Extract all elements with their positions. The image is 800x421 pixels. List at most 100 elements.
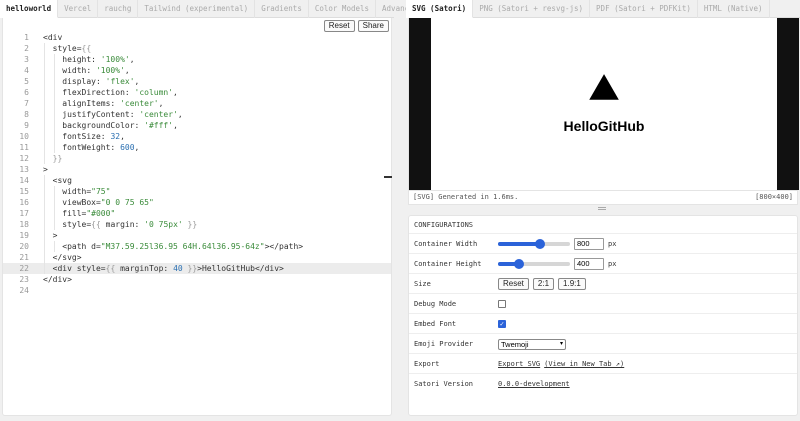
code-line[interactable]: 22 <div style={{ marginTop: 40 }}>HelloG… xyxy=(3,263,391,274)
code-text: style={{ xyxy=(43,44,92,53)
code-line[interactable]: 24 xyxy=(3,285,391,296)
container-width-slider[interactable] xyxy=(498,239,570,249)
code-line[interactable]: 2 style={{ xyxy=(3,43,391,54)
tab-vercel[interactable]: Vercel xyxy=(58,0,99,18)
code-line[interactable]: 4 width: '100%', xyxy=(3,65,391,76)
code-text: </svg> xyxy=(43,253,82,262)
editor-pane: helloworld Vercel rauchg Tailwind (exper… xyxy=(0,0,426,421)
code-text: <div style={{ marginTop: 40 }}>HelloGitH… xyxy=(43,264,284,273)
chevron-down-icon: ▾ xyxy=(559,340,563,347)
letterbox-left xyxy=(409,18,431,190)
emoji-provider-row: Emoji Provider Twemoji ▾ xyxy=(409,334,797,354)
code-text: style={{ margin: '0 75px' }} xyxy=(43,220,198,229)
code-line[interactable]: 6 flexDirection: 'column', xyxy=(3,87,391,98)
line-number: 4 xyxy=(24,66,29,75)
code-text: <path d="M37.59.25l36.95 64H.64l36.95-64… xyxy=(43,242,304,251)
line-number: 7 xyxy=(24,99,29,108)
code-text: viewBox="0 0 75 65" xyxy=(43,198,154,207)
line-number: 10 xyxy=(19,132,29,141)
tab-pdf[interactable]: PDF (Satori + PDFKit) xyxy=(590,0,698,18)
export-svg-link[interactable]: Export SVG xyxy=(498,360,540,368)
reset-button[interactable]: Reset xyxy=(323,20,355,32)
tab-svg[interactable]: SVG (Satori) xyxy=(406,0,474,18)
line-number: 17 xyxy=(19,209,29,218)
code-line[interactable]: 14 <svg xyxy=(3,175,391,186)
output-tabs: SVG (Satori) PNG (Satori + resvg-js) PDF… xyxy=(406,0,800,18)
view-in-new-tab-link[interactable]: (View in New Tab ↗) xyxy=(544,360,624,368)
size-1-9-1-button[interactable]: 1.9:1 xyxy=(558,278,586,290)
preview-output: HelloGitHub [SVG] Generated in 1.6ms. [8… xyxy=(408,18,799,205)
line-number: 21 xyxy=(19,253,29,262)
code-line[interactable]: 9 backgroundColor: '#fff', xyxy=(3,120,391,131)
letterbox-right xyxy=(777,18,799,190)
code-line[interactable]: 1 <div xyxy=(3,32,391,43)
code-line[interactable]: 5 display: 'flex', xyxy=(3,76,391,87)
container-width-input[interactable]: 800 xyxy=(574,238,604,250)
share-button[interactable]: Share xyxy=(357,20,389,32)
size-reset-button[interactable]: Reset xyxy=(498,278,529,290)
line-number: 5 xyxy=(24,77,29,86)
triangle-logo xyxy=(589,74,619,100)
size-label: Size xyxy=(414,280,431,288)
container-height-input[interactable]: 400 xyxy=(574,258,604,270)
code-line[interactable]: 23 </div> xyxy=(3,274,391,285)
code-line[interactable]: 3 height: '100%', xyxy=(3,54,391,65)
code-line[interactable]: 16 viewBox="0 0 75 65" xyxy=(3,197,391,208)
splitter-handle[interactable] xyxy=(598,207,606,212)
emoji-provider-select[interactable]: Twemoji ▾ xyxy=(498,338,566,350)
code-text: fontSize: 32, xyxy=(43,132,125,141)
playground-tabs: helloworld Vercel rauchg Tailwind (exper… xyxy=(0,0,426,18)
line-number: 23 xyxy=(19,275,29,284)
embed-font-label: Embed Font xyxy=(414,320,457,328)
code-line[interactable]: 8 justifyContent: 'center', xyxy=(3,109,391,120)
container-height-unit: px xyxy=(608,260,617,268)
line-number: 13 xyxy=(19,165,29,174)
container-width-unit: px xyxy=(608,240,617,248)
checkmark-icon: ✓ xyxy=(499,320,505,328)
code-text: <svg xyxy=(43,176,72,185)
line-number: 6 xyxy=(24,88,29,97)
line-number: 24 xyxy=(19,286,29,295)
code-line[interactable]: 13 > xyxy=(3,164,391,175)
satori-version-link[interactable]: 0.0.0-development xyxy=(498,380,570,388)
line-number: 15 xyxy=(19,187,29,196)
code-line[interactable]: 18 style={{ margin: '0 75px' }} xyxy=(3,219,391,230)
code-line[interactable]: 21 </svg> xyxy=(3,252,391,263)
code-line[interactable]: 19 > xyxy=(3,230,391,241)
code-line[interactable]: 17 fill="#000" xyxy=(3,208,391,219)
satori-version-label: Satori Version xyxy=(414,380,474,388)
embed-font-row: Embed Font ✓ xyxy=(409,314,797,334)
code-line[interactable]: 11 fontWeight: 600, xyxy=(3,142,391,153)
line-number: 20 xyxy=(19,242,29,251)
line-number: 14 xyxy=(19,176,29,185)
size-2-1-button[interactable]: 2:1 xyxy=(532,278,555,290)
tab-color-models[interactable]: Color Models xyxy=(309,0,377,18)
resize-handle[interactable] xyxy=(384,176,392,178)
code-line[interactable]: 15 width="75" xyxy=(3,186,391,197)
tab-html[interactable]: HTML (Native) xyxy=(698,0,770,18)
tab-tailwind[interactable]: Tailwind (experimental) xyxy=(138,0,256,18)
tab-helloworld[interactable]: helloworld xyxy=(0,0,59,18)
container-height-slider[interactable] xyxy=(498,259,570,269)
line-number: 22 xyxy=(19,264,29,273)
emoji-provider-label: Emoji Provider xyxy=(414,340,474,348)
code-line[interactable]: 7 alignItems: 'center', xyxy=(3,98,391,109)
tab-gradients[interactable]: Gradients xyxy=(255,0,309,18)
code-line[interactable]: 20 <path d="M37.59.25l36.95 64H.64l36.95… xyxy=(3,241,391,252)
rendered-canvas: HelloGitHub xyxy=(409,18,799,190)
container-height-label: Container Height xyxy=(414,260,482,268)
line-number: 3 xyxy=(24,55,29,64)
code-line[interactable]: 12 }} xyxy=(3,153,391,164)
line-number: 19 xyxy=(19,231,29,240)
code-text: height: '100%', xyxy=(43,55,135,64)
code-text: flexDirection: 'column', xyxy=(43,88,178,97)
code-editor[interactable]: Reset Share 1 <div 2 style={{3 height: '10… xyxy=(2,18,392,416)
code-lines[interactable]: 1 <div 2 style={{3 height: '100%', 4 width:… xyxy=(3,32,391,296)
code-line[interactable]: 10 fontSize: 32, xyxy=(3,131,391,142)
embed-font-checkbox[interactable]: ✓ xyxy=(498,320,506,328)
code-text: > xyxy=(43,231,58,240)
editor-actions: Reset Share xyxy=(323,20,389,32)
tab-rauchg[interactable]: rauchg xyxy=(98,0,139,18)
tab-png[interactable]: PNG (Satori + resvg-js) xyxy=(473,0,591,18)
debug-mode-checkbox[interactable] xyxy=(498,300,506,308)
